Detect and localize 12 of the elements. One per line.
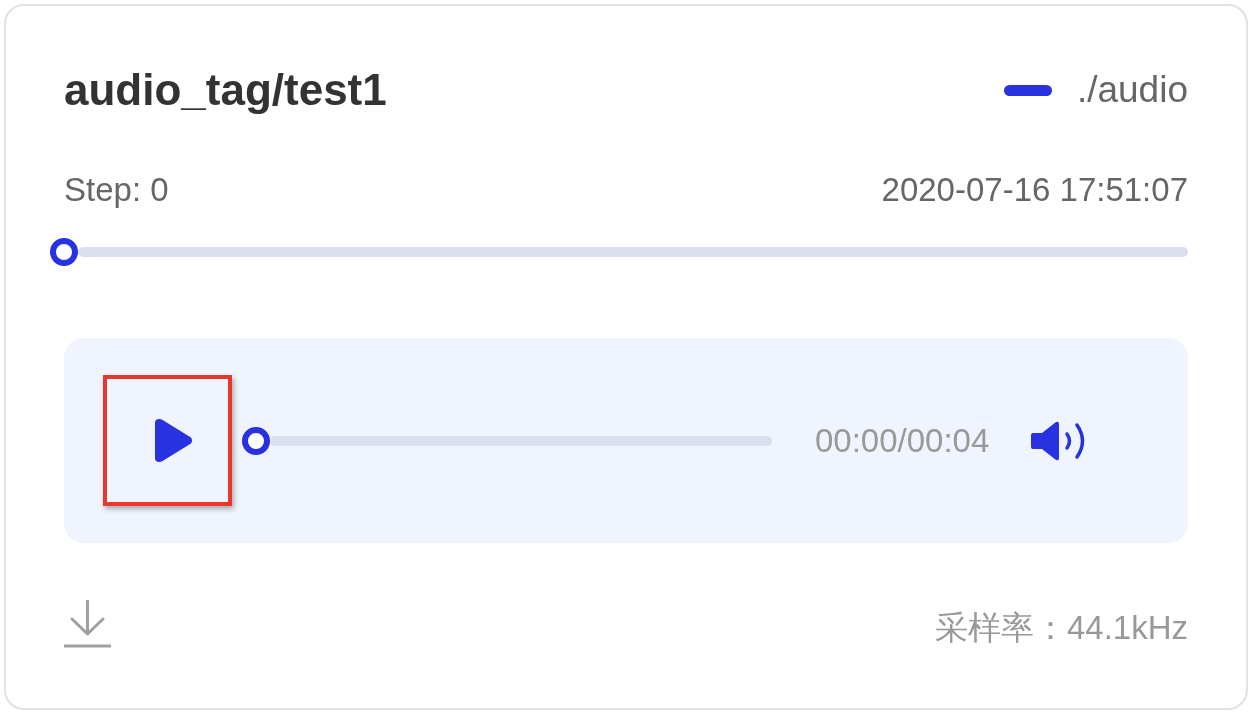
sample-rate: 采样率：44.1kHz xyxy=(934,609,1188,647)
audio-progress-thumb[interactable] xyxy=(242,426,270,455)
legend-label: ./audio xyxy=(1076,68,1188,112)
playback-time: 00:00/00:04 xyxy=(815,421,990,460)
download-button[interactable] xyxy=(64,600,111,648)
timestamp: 2020-07-16 17:51:07 xyxy=(881,171,1188,209)
play-icon xyxy=(154,418,193,463)
step-slider-thumb[interactable] xyxy=(50,238,78,266)
legend-swatch-icon xyxy=(1003,84,1052,96)
card-title: audio_tag/test1 xyxy=(64,64,387,116)
step-label: Step: 0 xyxy=(64,171,169,209)
download-icon xyxy=(64,600,111,648)
